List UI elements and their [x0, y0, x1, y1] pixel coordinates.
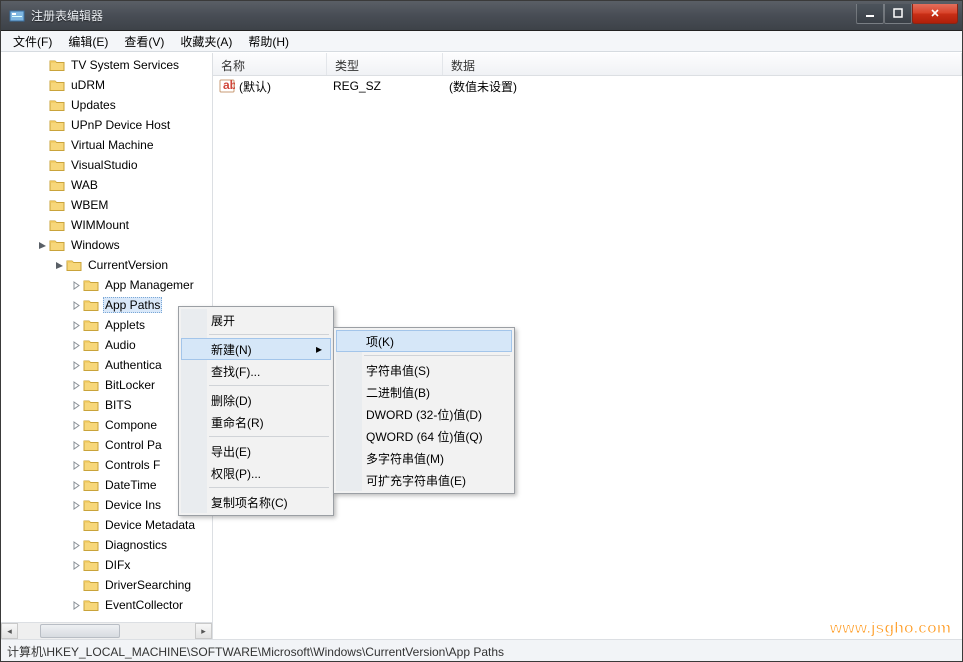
tree-item[interactable]: WAB — [1, 175, 212, 195]
string-value-icon: ab — [219, 78, 235, 94]
tree-item[interactable]: DIFx — [1, 555, 212, 575]
col-data[interactable]: 数据 — [443, 53, 962, 75]
cm-export[interactable]: 导出(E) — [181, 440, 331, 462]
scroll-track[interactable] — [18, 623, 195, 639]
menu-view[interactable]: 查看(V) — [116, 31, 172, 52]
close-button[interactable] — [912, 4, 958, 24]
tree-item[interactable]: uDRM — [1, 75, 212, 95]
scroll-thumb[interactable] — [40, 624, 120, 638]
menu-edit[interactable]: 编辑(E) — [60, 31, 116, 52]
tree-item[interactable]: Updates — [1, 95, 212, 115]
cm-copy-key-name[interactable]: 复制项名称(C) — [181, 491, 331, 513]
tree-item[interactable]: DriverSearching — [1, 575, 212, 595]
cm-new-key[interactable]: 项(K) — [336, 330, 512, 352]
menu-file[interactable]: 文件(F) — [5, 31, 60, 52]
cm-new-binary[interactable]: 二进制值(B) — [336, 381, 512, 403]
list-header[interactable]: 名称 类型 数据 — [213, 53, 962, 76]
context-submenu-new: 项(K) 字符串值(S) 二进制值(B) DWORD (32-位)值(D) QW… — [333, 327, 515, 494]
cm-find[interactable]: 查找(F)... — [181, 360, 331, 382]
cm-rename[interactable]: 重命名(R) — [181, 411, 331, 433]
titlebar[interactable]: 注册表编辑器 — [1, 1, 962, 31]
status-path: 计算机\HKEY_LOCAL_MACHINE\SOFTWARE\Microsof… — [7, 645, 504, 659]
tree-item[interactable]: TV System Services — [1, 55, 212, 75]
cm-new-multistring[interactable]: 多字符串值(M) — [336, 447, 512, 469]
h-scrollbar[interactable]: ◂ ▸ — [1, 622, 212, 639]
tree-item[interactable]: CurrentVersion — [1, 255, 212, 275]
tree-item[interactable]: WIMMount — [1, 215, 212, 235]
menu-help[interactable]: 帮助(H) — [240, 31, 297, 52]
col-type[interactable]: 类型 — [327, 53, 443, 75]
scroll-right-button[interactable]: ▸ — [195, 623, 212, 639]
cm-new[interactable]: 新建(N) ▸ — [181, 338, 331, 360]
statusbar: 计算机\HKEY_LOCAL_MACHINE\SOFTWARE\Microsof… — [1, 639, 962, 661]
menu-favorites[interactable]: 收藏夹(A) — [172, 31, 240, 52]
menubar: 文件(F) 编辑(E) 查看(V) 收藏夹(A) 帮助(H) — [1, 31, 962, 52]
scroll-left-button[interactable]: ◂ — [1, 623, 18, 639]
cm-new-string[interactable]: 字符串值(S) — [336, 359, 512, 381]
app-icon — [9, 8, 25, 24]
tree-item[interactable]: WBEM — [1, 195, 212, 215]
value-name: (默认) — [239, 78, 271, 95]
value-data: (数值未设置) — [443, 78, 962, 95]
cm-delete[interactable]: 删除(D) — [181, 389, 331, 411]
tree-item[interactable]: App Managemer — [1, 275, 212, 295]
cm-permissions[interactable]: 权限(P)... — [181, 462, 331, 484]
svg-text:ab: ab — [223, 78, 235, 92]
tree-item[interactable]: Windows — [1, 235, 212, 255]
tree-item[interactable]: Device Metadata — [1, 515, 212, 535]
tree-item[interactable]: UPnP Device Host — [1, 115, 212, 135]
minimize-button[interactable] — [856, 4, 884, 24]
tree-item[interactable]: EventCollector — [1, 595, 212, 615]
submenu-arrow-icon: ▸ — [316, 342, 322, 356]
cm-new-expandstring[interactable]: 可扩充字符串值(E) — [336, 469, 512, 491]
context-menu: 展开 新建(N) ▸ 查找(F)... 删除(D) 重命名(R) 导出(E) 权… — [178, 306, 334, 516]
cm-expand[interactable]: 展开 — [181, 309, 331, 331]
tree-item[interactable]: Diagnostics — [1, 535, 212, 555]
col-name[interactable]: 名称 — [213, 53, 327, 75]
tree-item[interactable]: VisualStudio — [1, 155, 212, 175]
window-title: 注册表编辑器 — [31, 7, 856, 24]
maximize-button[interactable] — [884, 4, 912, 24]
value-type: REG_SZ — [327, 79, 443, 93]
tree-item[interactable]: Virtual Machine — [1, 135, 212, 155]
cm-new-qword[interactable]: QWORD (64 位)值(Q) — [336, 425, 512, 447]
cm-new-dword[interactable]: DWORD (32-位)值(D) — [336, 403, 512, 425]
list-row[interactable]: ab (默认) REG_SZ (数值未设置) — [213, 76, 962, 96]
window-controls — [856, 4, 958, 24]
